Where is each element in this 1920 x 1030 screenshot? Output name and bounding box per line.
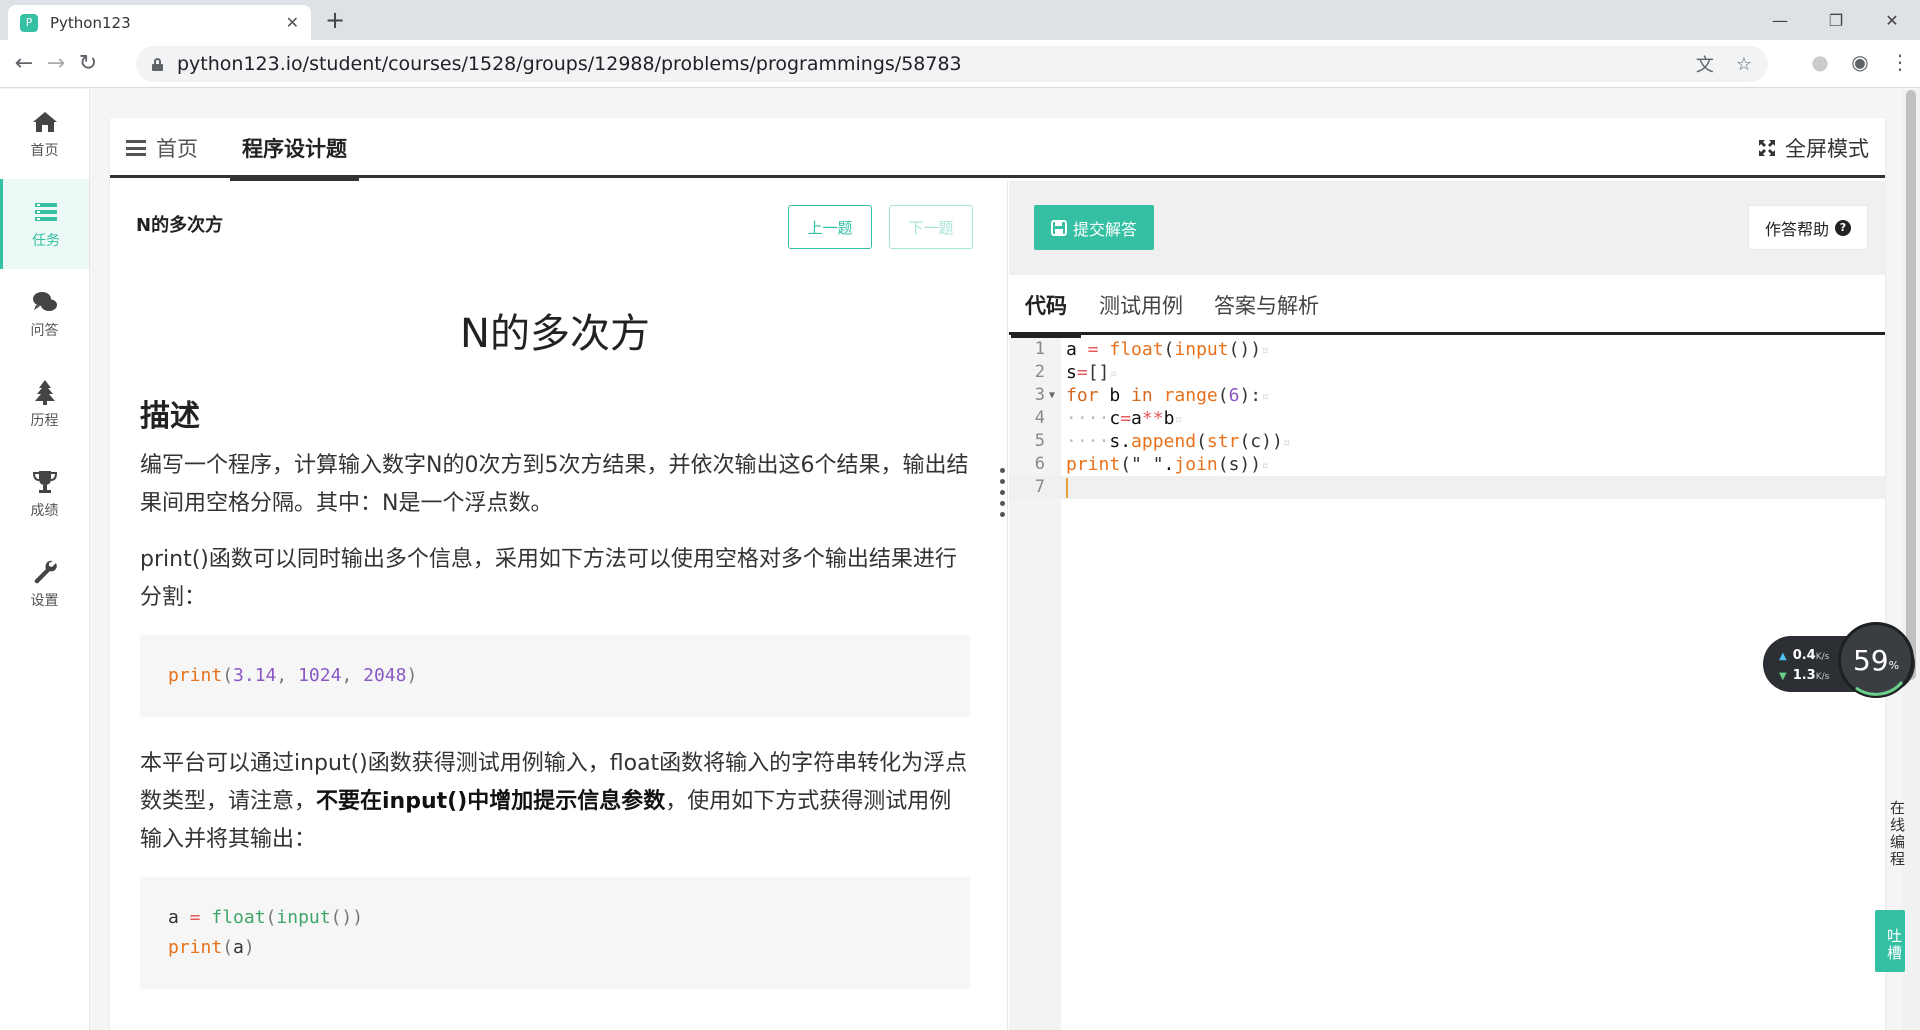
sidebar-item-label: 首页 xyxy=(30,143,59,159)
url-text[interactable]: python123.io/student/courses/1528/groups… xyxy=(177,53,1674,75)
problem-pane: N的多次方 上一题 下一题 N的多次方 描述 编写一个程序，计算输入数字N的0次… xyxy=(110,181,1008,1030)
input-paragraph: 本平台可以通过input()函数获得测试用例输入，float函数将输入的字符串转… xyxy=(140,751,968,852)
wrench-icon xyxy=(34,560,57,584)
toolbar-right: ● ◉ ⋮ xyxy=(1800,50,1920,74)
code-line: 6 print(" ".join(s))¤ xyxy=(1034,454,1269,475)
sidebar-item-settings[interactable]: 设置 xyxy=(0,539,89,629)
list-icon xyxy=(126,140,146,156)
problem-name: N的多次方 xyxy=(136,215,224,236)
prev-problem-button[interactable]: 上一题 xyxy=(788,205,872,249)
tab-programming[interactable]: 程序设计题 xyxy=(230,118,359,181)
sidebar-item-label: 成绩 xyxy=(30,503,59,519)
sidebar-item-label: 设置 xyxy=(30,593,59,609)
question-circle-icon: ? xyxy=(1835,219,1851,236)
sidebar-item-label: 任务 xyxy=(32,233,60,249)
code-editor[interactable]: 1 a = float(input())¤ 2 s=[]¤ 3 ▼ for b … xyxy=(1009,338,1885,1030)
sidebar-item-label: 历程 xyxy=(30,413,59,429)
main-card: 首页 程序设计题 全屏模式 N的多次方 上一题 下一题 N的多次方 描述 编写一… xyxy=(110,118,1885,1030)
left-sidebar: 首页 任务 问答 历程 成绩 设置 xyxy=(0,89,90,1030)
forward-icon[interactable]: → xyxy=(42,50,70,78)
minimize-icon[interactable]: — xyxy=(1752,0,1808,40)
gauge-arc xyxy=(1855,681,1904,696)
tab-code[interactable]: 代码 xyxy=(1011,275,1081,338)
arrow-down-icon: ▼ xyxy=(1779,671,1787,682)
pane-splitter-handle[interactable] xyxy=(1000,468,1006,517)
trophy-icon xyxy=(32,471,57,493)
page-scrollbar[interactable] xyxy=(1902,90,1920,1030)
feedback-button[interactable]: 吐槽 xyxy=(1875,910,1905,972)
code-line: 5 ····s.append(str(c))¤ xyxy=(1034,431,1291,452)
bookmark-star-icon[interactable]: ☆ xyxy=(1736,54,1752,75)
reload-icon[interactable]: ↻ xyxy=(74,50,102,78)
browser-tab[interactable]: P Python123 ✕ xyxy=(8,5,311,40)
sidebar-item-history[interactable]: 历程 xyxy=(0,359,89,449)
sidebar-item-tasks[interactable]: 任务 xyxy=(0,179,89,269)
code-example-print: print(3.14, 1024, 2048) xyxy=(140,635,970,717)
tab-home[interactable]: 首页 xyxy=(126,118,198,178)
card-tab-bar: 首页 程序设计题 全屏模式 xyxy=(110,118,1885,181)
warning-bold: 不要在input()中增加提示信息参数 xyxy=(316,789,666,814)
code-line: 2 s=[]¤ xyxy=(1034,362,1118,383)
close-tab-icon[interactable]: ✕ xyxy=(286,13,299,32)
editor-pane: 提交解答 作答帮助 ? 代码 测试用例 答案与解析 1 a = float(in… xyxy=(1009,181,1885,1030)
close-window-icon[interactable]: ✕ xyxy=(1864,0,1920,40)
submit-answer-button[interactable]: 提交解答 xyxy=(1034,205,1154,250)
sidebar-item-grades[interactable]: 成绩 xyxy=(0,449,89,539)
code-line: 3 ▼ for b in range(6):¤ xyxy=(1034,384,1269,407)
tab-title: Python123 xyxy=(50,13,131,32)
code-example-input: a = float(input()) print(a) xyxy=(140,877,970,989)
sidebar-item-qa[interactable]: 问答 xyxy=(0,269,89,359)
problem-content: N的多次方 描述 编写一个程序，计算输入数字N的0次方到5次方结果，并依次输出这… xyxy=(140,301,970,1017)
fold-arrow-icon[interactable]: ▼ xyxy=(1049,384,1055,407)
scrollbar-thumb[interactable] xyxy=(1906,90,1916,680)
code-line: 4 ····c=a**b¤ xyxy=(1034,408,1183,429)
menu-icon[interactable]: ⋮ xyxy=(1880,50,1920,74)
omnibox[interactable]: python123.io/student/courses/1528/groups… xyxy=(136,46,1768,82)
tab-programming-label: 程序设计题 xyxy=(242,137,347,161)
lock-icon xyxy=(152,57,163,71)
description-paragraph: 编写一个程序，计算输入数字N的0次方到5次方结果，并依次输出这6个结果，输出结果… xyxy=(140,453,969,516)
sidebar-item-home[interactable]: 首页 xyxy=(0,89,89,179)
print-paragraph: print()函数可以同时输出多个信息，采用如下方法可以使用空格对多个输出结果进… xyxy=(140,547,957,610)
extension-icon[interactable]: ● xyxy=(1800,50,1840,74)
arrow-up-icon: ▲ xyxy=(1779,651,1787,662)
online-programming-label[interactable]: 在线编程 xyxy=(1880,800,1908,868)
next-problem-button[interactable]: 下一题 xyxy=(889,205,973,249)
tab-test-cases[interactable]: 测试用例 xyxy=(1099,275,1183,335)
editor-toolbar: 提交解答 作答帮助 ? xyxy=(1009,181,1885,275)
download-speed: ▼ 1.3K/s xyxy=(1779,668,1830,683)
tasks-icon xyxy=(35,203,57,221)
tree-icon xyxy=(34,380,55,405)
window-controls: — ❐ ✕ xyxy=(1752,0,1920,40)
tab-home-label: 首页 xyxy=(156,137,198,161)
upload-speed: ▲ 0.4K/s xyxy=(1779,648,1830,663)
tab-answer-analysis[interactable]: 答案与解析 xyxy=(1214,275,1319,335)
fullscreen-label: 全屏模式 xyxy=(1785,137,1869,161)
sidebar-item-label: 问答 xyxy=(30,323,59,339)
fullscreen-button[interactable]: 全屏模式 xyxy=(1757,118,1869,178)
back-icon[interactable]: ← xyxy=(10,50,38,78)
browser-tab-strip: P Python123 ✕ + — ❐ ✕ xyxy=(0,0,1920,40)
expand-icon xyxy=(1759,140,1775,156)
new-tab-icon[interactable]: + xyxy=(325,6,345,34)
submit-label: 提交解答 xyxy=(1072,219,1137,239)
code-line: 1 a = float(input())¤ xyxy=(1034,339,1269,360)
description-heading: 描述 xyxy=(140,399,200,434)
restore-icon[interactable]: ❐ xyxy=(1808,0,1864,40)
editor-tab-bar: 代码 测试用例 答案与解析 xyxy=(1009,275,1885,338)
profile-icon[interactable]: ◉ xyxy=(1840,50,1880,74)
home-icon xyxy=(32,112,57,132)
problem-title: N的多次方 xyxy=(460,311,650,357)
favicon-icon: P xyxy=(20,13,38,32)
chat-icon xyxy=(32,292,57,311)
save-icon xyxy=(1050,219,1067,236)
code-line-current: 7 xyxy=(1009,476,1885,499)
translate-icon[interactable]: 文 xyxy=(1696,51,1714,77)
text-cursor xyxy=(1066,478,1068,498)
address-bar: ← → ↻ python123.io/student/courses/1528/… xyxy=(0,40,1920,88)
help-label: 作答帮助 xyxy=(1764,219,1829,239)
answer-help-button[interactable]: 作答帮助 ? xyxy=(1748,205,1868,250)
